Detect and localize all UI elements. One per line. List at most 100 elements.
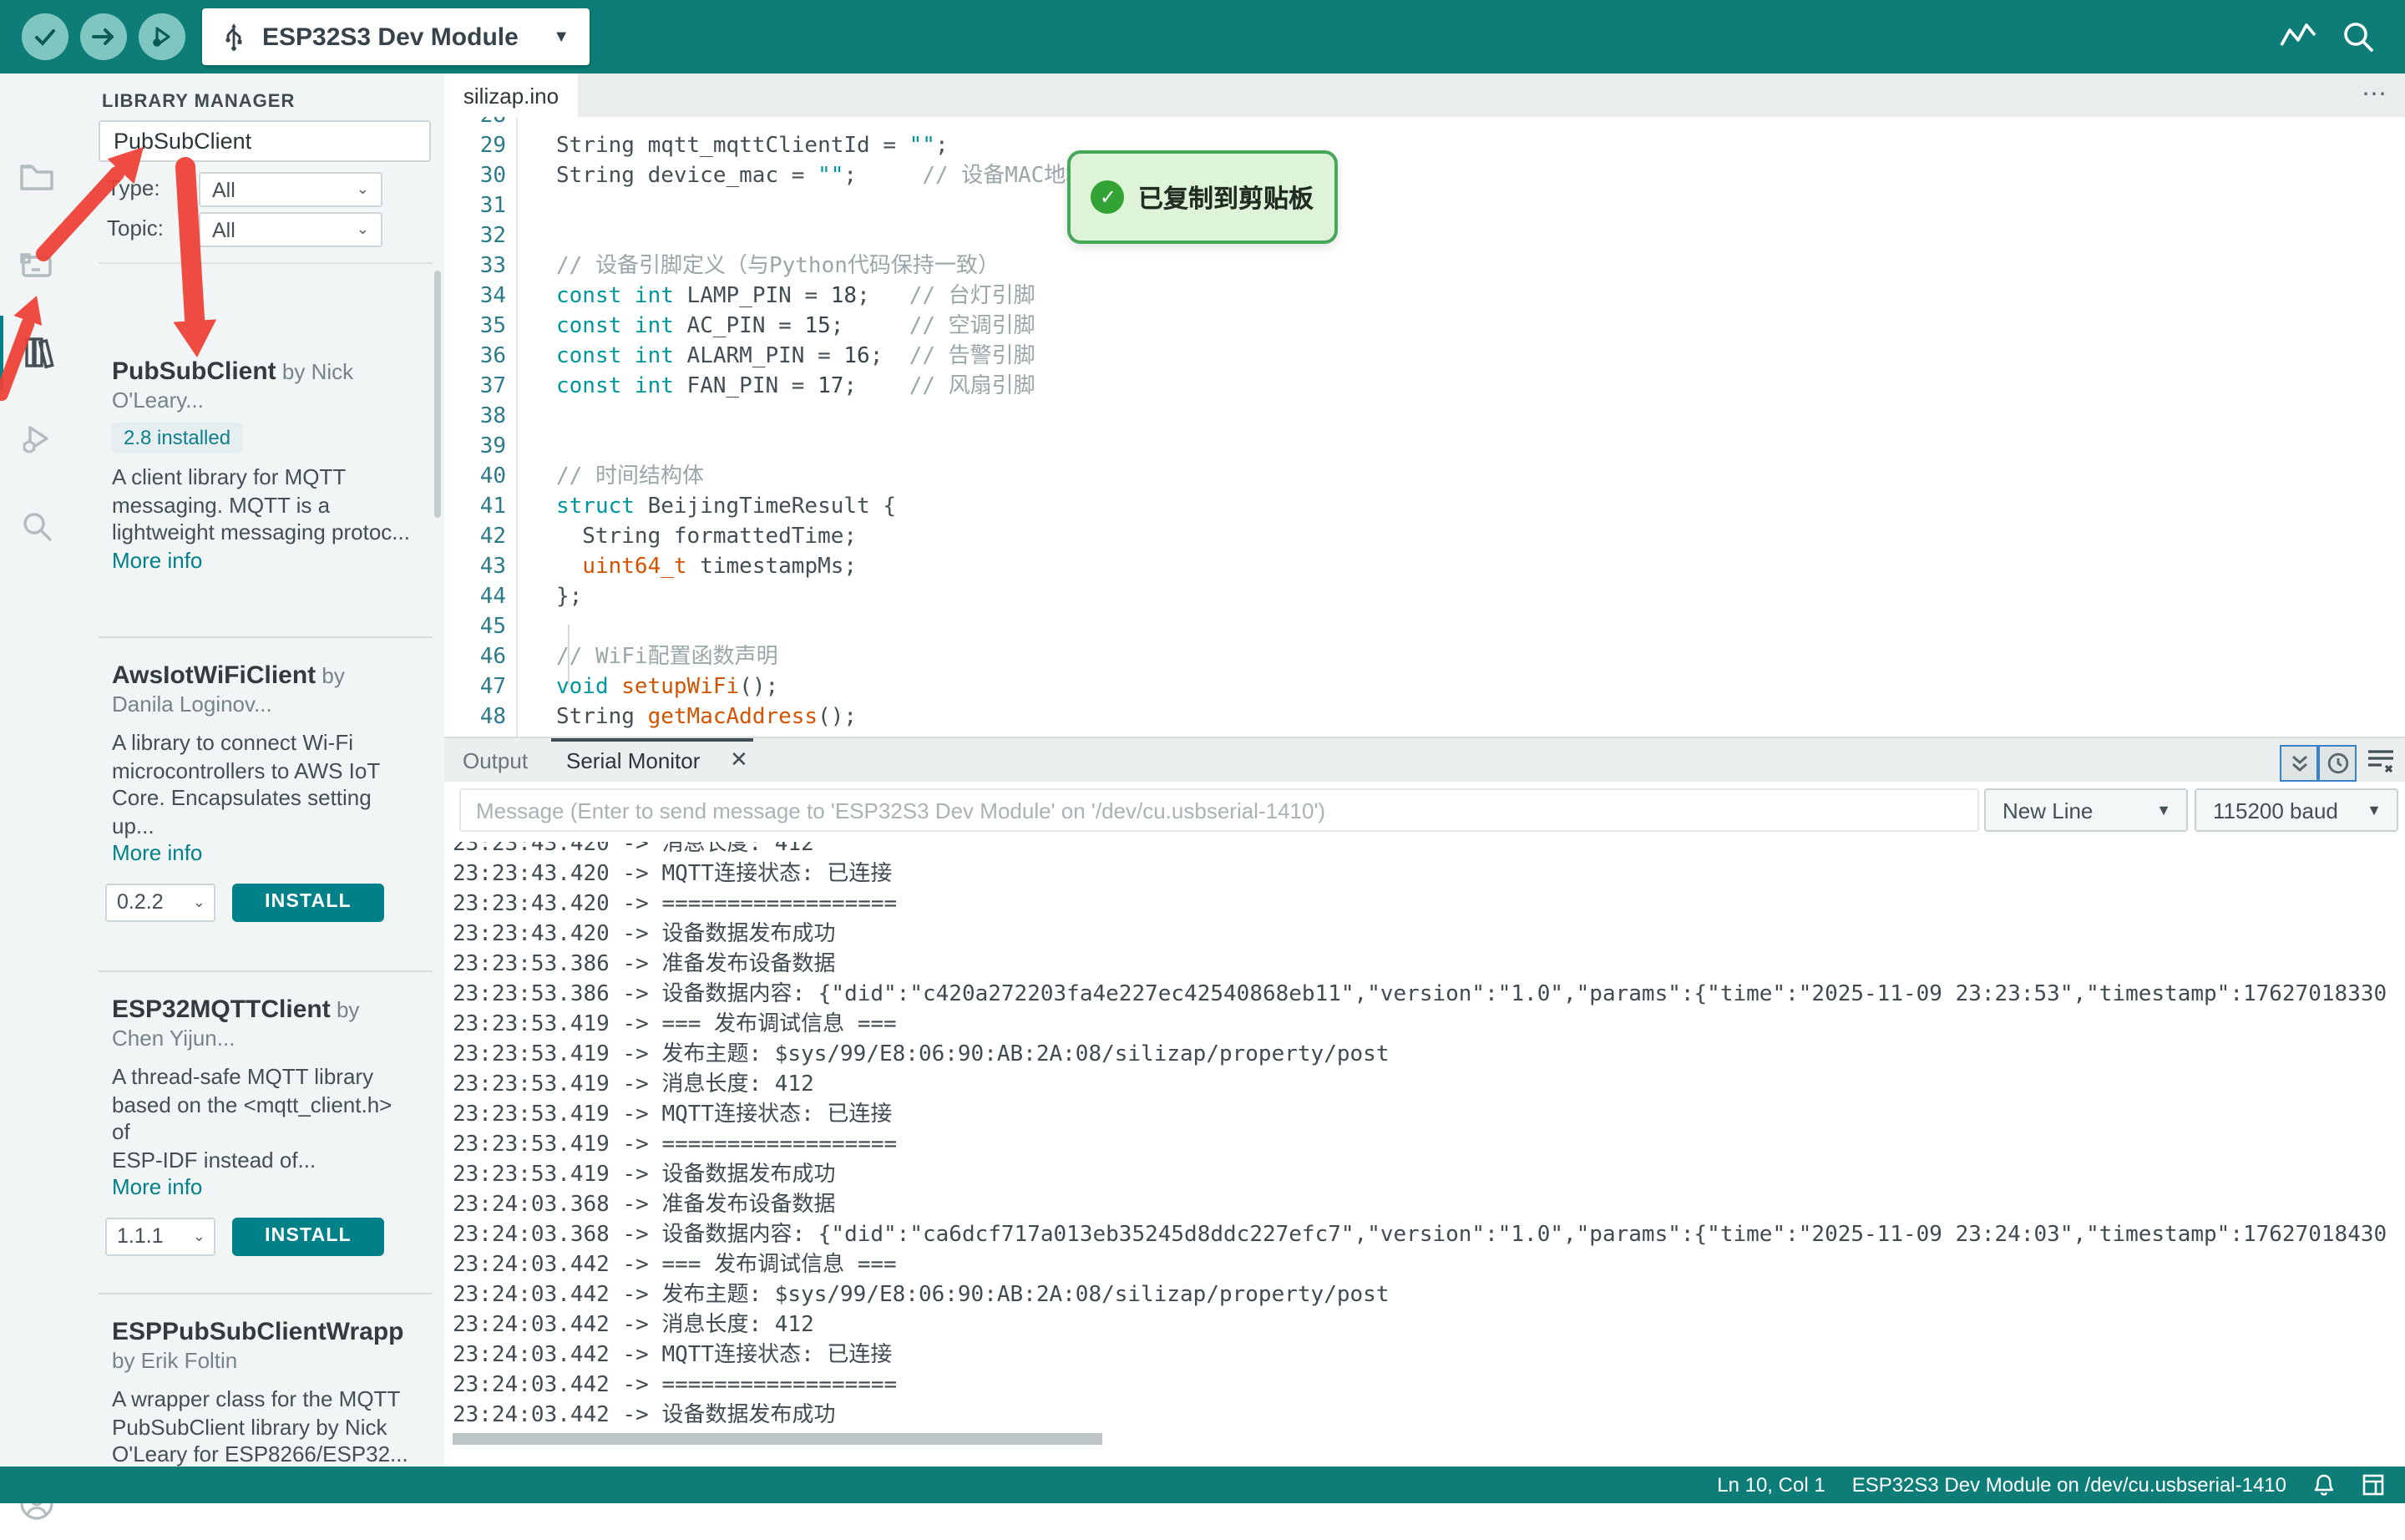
tab-output[interactable]: Output [463,738,528,782]
code-line: 43 uint64_t timestampMs; [444,553,2405,583]
clock-icon [2326,752,2349,775]
tab-more-menu[interactable]: ⋯ [2362,79,2388,109]
install-button[interactable]: INSTALL [232,1217,384,1255]
arduino-ide-window: ESP32S3 Dev Module ▼ [0,0,2405,1503]
topic-filter-select[interactable]: All ⌄ [199,212,382,247]
board-selector[interactable]: ESP32S3 Dev Module ▼ [202,8,590,65]
bottom-panel: Output Serial Monitor ✕ [444,737,2405,1468]
line-number: 39 [444,433,506,463]
code-line: 32 [444,222,2405,252]
more-info-link[interactable]: More info [112,840,416,868]
library-description: A wrapper class for the MQTTPubSubClient… [112,1386,416,1467]
version-select[interactable]: 0.2.2⌄ [105,883,215,921]
log-line: 23:23:53.386 -> 设备数据内容: {"did":"c420a272… [453,980,2405,1011]
debug-play-icon [149,23,175,50]
notifications-button[interactable] [2313,1472,2335,1497]
cursor-position[interactable]: Ln 10, Col 1 [1717,1473,1825,1497]
serial-message-input[interactable] [459,788,1979,832]
sidebar-item-boards-manager[interactable] [0,229,73,302]
check-circle-icon: ✓ [1091,180,1125,214]
version-select[interactable]: 1.1.1 ⌄ [105,1217,215,1255]
library-card[interactable]: ESPPubSubClientWrappby Erik FoltinA wrap… [112,1318,416,1467]
panel-toggle-button[interactable] [2362,1473,2385,1497]
tab-serial-monitor-label: Serial Monitor [566,747,700,773]
line-number: 44 [444,583,506,613]
line-number: 36 [444,342,506,372]
topic-filter-value: All [212,218,235,241]
clear-output-button[interactable] [2367,748,2395,773]
tab-silizap-ino[interactable]: silizap.ino [444,73,578,117]
log-line: 23:23:43.420 -> 消息长度: 412 [453,842,2405,860]
close-icon[interactable]: ✕ [730,747,748,773]
code-editor[interactable]: 2829String mqtt_mqttClientId = "";30Stri… [444,117,2405,737]
code-line: 36const int ALARM_PIN = 16; // 告警引脚 [444,342,2405,372]
more-info-link[interactable]: More info [112,547,416,575]
serial-log[interactable]: 23:23:43.420 -> 消息长度: 41223:23:43.420 ->… [444,842,2405,1431]
sidebar-item-library-manager[interactable] [0,316,77,389]
library-author-line2: O'Leary... [112,386,416,414]
tab-serial-monitor[interactable]: Serial Monitor [566,738,700,782]
log-line: 23:23:53.386 -> 准备发布设备数据 [453,950,2405,980]
baud-rate-select[interactable]: 115200 baud ▼ [2195,788,2398,832]
library-search-input[interactable] [99,120,431,162]
log-line: 23:24:03.368 -> 准备发布设备数据 [453,1191,2405,1221]
serial-plotter-button[interactable] [2278,17,2318,57]
status-bar: Ln 10, Col 1 ESP32S3 Dev Module on /dev/… [0,1467,2405,1503]
library-author: by [316,663,345,688]
type-filter-select[interactable]: All ⌄ [199,172,382,207]
debug-icon [17,419,57,459]
board-port-status[interactable]: ESP32S3 Dev Module on /dev/cu.usbserial-… [1852,1473,2286,1497]
more-info-link[interactable]: More info [112,1174,416,1202]
chevron-down-icon: ⌄ [357,220,369,239]
library-results-list: PubSubClient by NickO'Leary...2.8 instal… [73,271,444,1467]
chevron-down-icon: ⌄ [193,893,205,911]
chevron-down-icon: ⌄ [193,1227,205,1245]
log-line: 23:24:03.442 -> MQTT连接状态: 已连接 [453,1341,2405,1371]
line-number: 32 [444,222,506,252]
line-number: 35 [444,312,506,342]
upload-button[interactable] [80,13,127,60]
code-line: 34const int LAMP_PIN = 18; // 台灯引脚 [444,282,2405,312]
search-icon [17,506,57,546]
sidebar-item-search[interactable] [0,489,73,563]
line-number: 37 [444,372,506,403]
code-line: 39 [444,433,2405,463]
code-line: 48String getMacAddress(); [444,703,2405,733]
type-filter-value: All [212,178,235,201]
library-card[interactable]: PubSubClient by NickO'Leary...2.8 instal… [112,357,416,575]
autoscroll-toggle[interactable] [2280,745,2318,782]
clipboard-toast: ✓ 已复制到剪贴板 [1067,150,1338,244]
library-name: PubSubClient [112,357,276,386]
library-author: by Nick [276,359,353,384]
debug-button[interactable] [139,13,185,60]
log-line: 23:23:53.419 -> === 发布调试信息 === [453,1011,2405,1041]
library-card[interactable]: AwsIotWiFiClient byDanila Loginov...A li… [112,661,416,921]
activity-bar [0,73,75,1467]
line-number: 31 [444,192,506,222]
line-number: 42 [444,523,506,553]
timestamp-toggle[interactable] [2318,745,2357,782]
code-line: 47void setupWiFi(); [444,673,2405,703]
horizontal-scrollbar[interactable] [453,1433,1102,1445]
code-line: 35const int AC_PIN = 15; // 空调引脚 [444,312,2405,342]
sidebar-item-sketchbook[interactable] [0,140,73,214]
sidebar-item-debug[interactable] [0,403,73,476]
board-icon [17,246,57,286]
panel-title: LIBRARY MANAGER [102,92,295,112]
library-card[interactable]: ESP32MQTTClient byChen Yijun...A thread-… [112,995,416,1255]
verify-button[interactable] [22,13,68,60]
chevron-down-icon: ⌄ [357,180,369,199]
clear-output-icon [2367,748,2395,773]
log-line: 23:23:53.419 -> 消息长度: 412 [453,1071,2405,1101]
baud-rate-value: 115200 baud [2213,798,2338,823]
panel-header: Output Serial Monitor ✕ [444,738,2405,782]
library-author-line2: by Erik Foltin [112,1346,416,1375]
library-description: A library to connect Wi-Fimicrocontrolle… [112,730,416,868]
version-value: 1.1.1 [117,1224,164,1248]
line-number: 29 [444,132,506,162]
install-button[interactable]: INSTALL [232,883,384,921]
divider [99,1293,433,1294]
line-ending-select[interactable]: New Line ▼ [1984,788,2188,832]
serial-monitor-button[interactable] [2338,17,2378,57]
topic-filter-label: Topic: [107,215,164,241]
